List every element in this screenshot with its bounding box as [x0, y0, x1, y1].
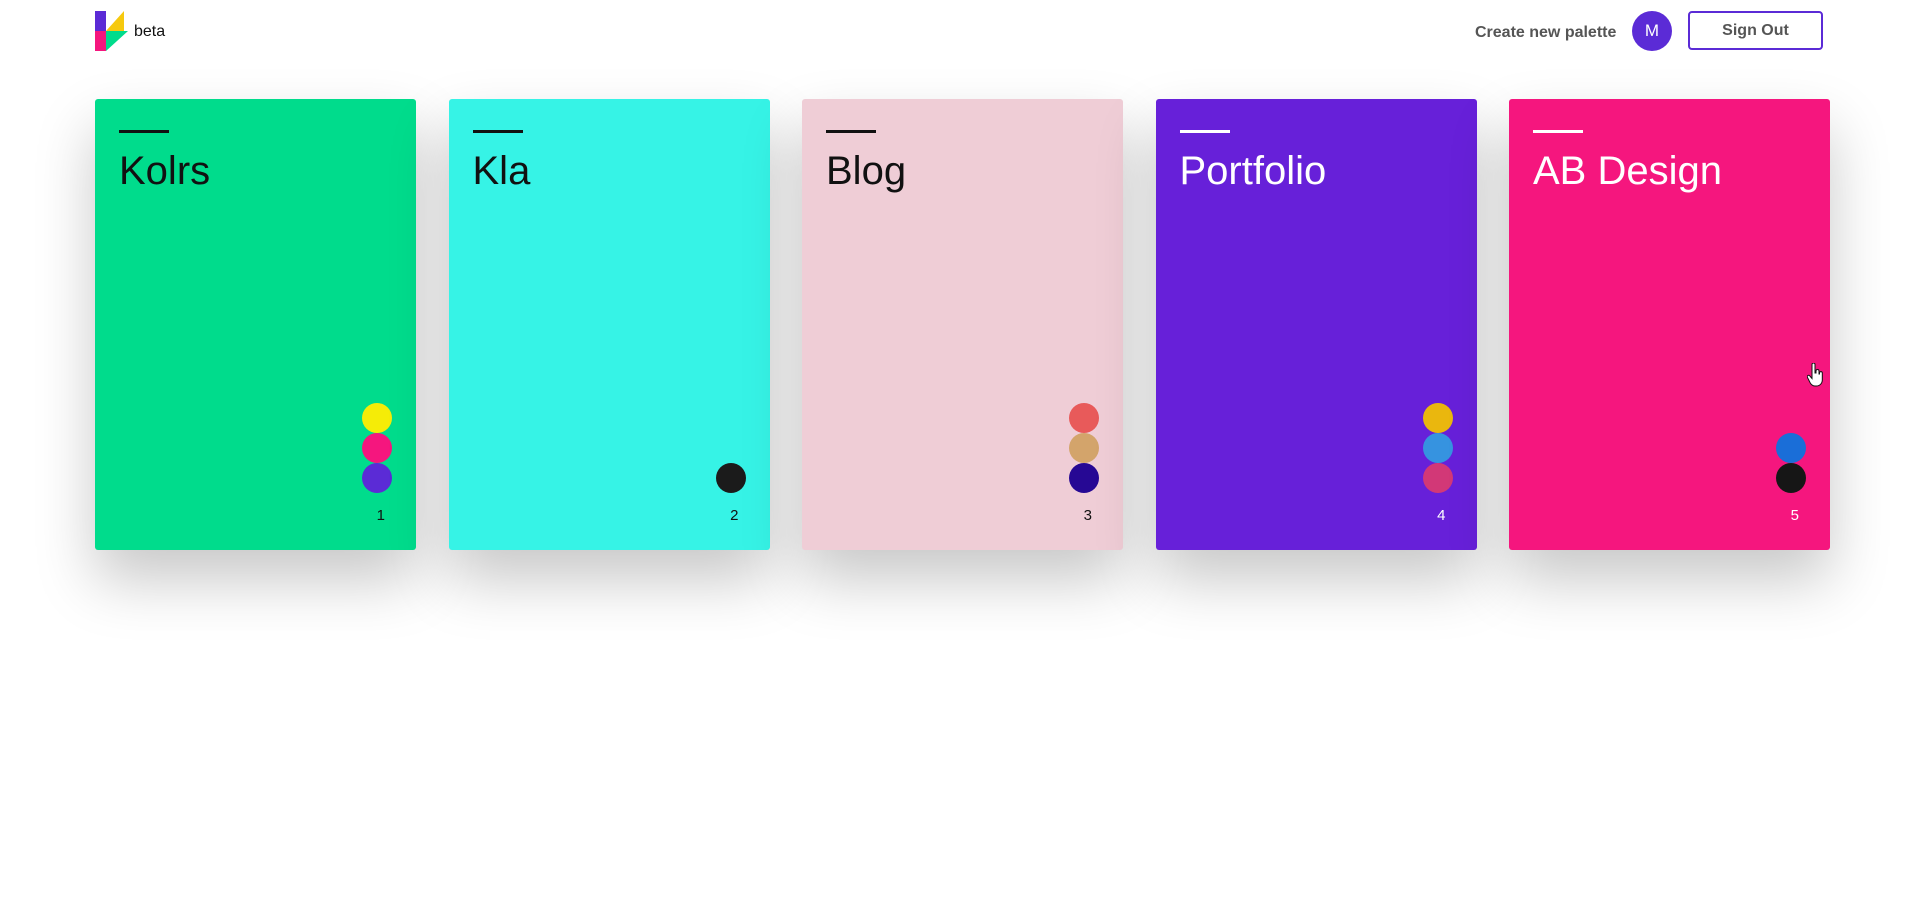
create-new-palette-link[interactable]: Create new palette	[1475, 24, 1616, 42]
card-title-rule	[119, 130, 169, 133]
color-swatch	[362, 403, 392, 433]
palette-card[interactable]: Kolrs 1	[95, 99, 416, 550]
color-swatch-stack	[715, 463, 746, 493]
color-swatch	[362, 463, 392, 493]
color-swatch	[1422, 403, 1453, 433]
color-swatch-stack	[1776, 433, 1806, 493]
logo-triangle-top	[106, 11, 124, 31]
card-title-rule	[826, 130, 876, 133]
color-swatch	[715, 463, 746, 493]
color-swatch	[1422, 433, 1453, 463]
card-title-rule	[472, 130, 523, 133]
color-swatch	[1422, 463, 1453, 493]
palette-title: Blog	[826, 149, 907, 193]
hand-pointer-cursor-icon	[1807, 363, 1823, 387]
top-bar: beta Create new palette M Sign Out	[0, 0, 1919, 64]
color-swatch	[1069, 433, 1099, 463]
logo-triangle-bottom	[106, 31, 128, 51]
palette-number: 1	[376, 507, 385, 524]
logo-beta-label: beta	[134, 23, 166, 40]
user-avatar[interactable]: M	[1632, 11, 1672, 51]
color-swatch	[1776, 433, 1806, 463]
color-swatch	[1069, 463, 1099, 493]
palette-number: 5	[1790, 507, 1799, 524]
palette-number: 3	[1083, 507, 1092, 524]
palette-number: 2	[730, 507, 739, 524]
palette-card[interactable]: Portfolio 4	[1155, 99, 1477, 550]
palette-title: Kolrs	[119, 149, 211, 193]
palette-title: AB Design	[1533, 149, 1722, 193]
sign-out-button[interactable]: Sign Out	[1688, 11, 1823, 50]
kolrs-logo-icon[interactable]	[95, 11, 129, 51]
color-swatch-stack	[1422, 403, 1453, 493]
logo-bar-accent	[95, 31, 106, 51]
palette-card[interactable]: AB Design 5	[1509, 99, 1830, 550]
palette-card[interactable]: Blog 3	[802, 99, 1123, 550]
card-title-rule	[1179, 130, 1230, 133]
card-title-rule	[1533, 130, 1583, 133]
color-swatch	[362, 433, 392, 463]
palette-title: Kla	[472, 149, 531, 193]
palette-title: Portfolio	[1179, 149, 1327, 193]
color-swatch-stack	[1069, 403, 1099, 493]
palette-number: 4	[1437, 507, 1446, 524]
color-swatch-stack	[362, 403, 392, 493]
palette-card[interactable]: Kla 2	[448, 99, 770, 550]
color-swatch	[1069, 403, 1099, 433]
color-swatch	[1776, 463, 1806, 493]
